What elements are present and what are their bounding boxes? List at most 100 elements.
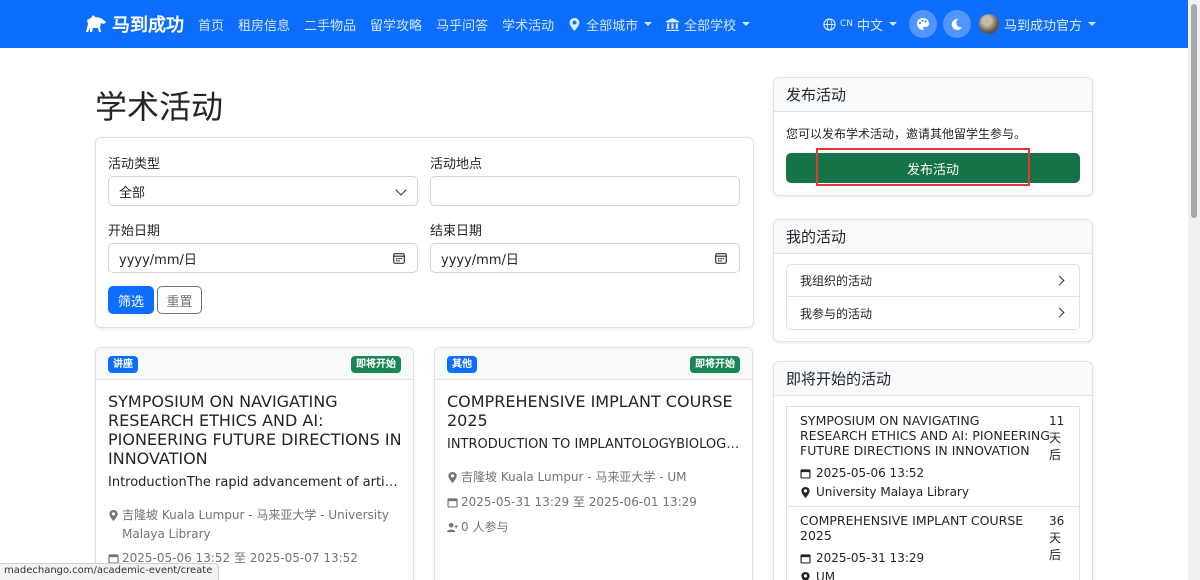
- navbar-right: CN 中文 马到成功官方: [823, 0, 1096, 48]
- page-scrollbar[interactable]: [1188, 0, 1200, 580]
- event-title[interactable]: COMPREHENSIVE IMPLANT COURSE 2025: [447, 392, 747, 430]
- theme-button[interactable]: [908, 10, 937, 38]
- nav-qa[interactable]: 马乎问答: [436, 15, 488, 34]
- event-participants: 0 人参与: [447, 518, 747, 537]
- horse-logo-icon: [86, 15, 106, 32]
- upcoming-event-date-text: 2025-05-06 13:52: [816, 466, 925, 480]
- moon-icon: [952, 18, 963, 30]
- palette-icon: [916, 18, 929, 30]
- my-joined-events-link[interactable]: 我参与的活动: [787, 297, 1079, 329]
- chevron-down-icon: [1088, 22, 1096, 26]
- filter-button[interactable]: 筛选: [108, 286, 154, 314]
- event-card[interactable]: 其他 即将开始 COMPREHENSIVE IMPLANT COURSE 202…: [434, 347, 753, 580]
- calendar-icon[interactable]: [715, 252, 727, 264]
- end-date-label: 结束日期: [430, 224, 483, 239]
- map-pin-icon: [109, 510, 118, 521]
- my-events-list: 我组织的活动 我参与的活动: [786, 264, 1080, 330]
- calendar-icon[interactable]: [393, 252, 405, 264]
- end-date-input[interactable]: yyyy/mm/日: [430, 243, 740, 273]
- upcoming-event-date: 2025-05-06 13:52: [800, 466, 924, 480]
- type-select[interactable]: 全部: [108, 176, 418, 206]
- language-label: 中文: [856, 18, 883, 34]
- map-pin-icon: [569, 17, 580, 31]
- upcoming-event-place: UM: [800, 570, 835, 580]
- reset-button[interactable]: 重置: [157, 286, 202, 314]
- highlight-box: [816, 148, 1030, 186]
- my-events-header: 我的活动: [774, 220, 1092, 254]
- type-label: 活动类型: [108, 157, 161, 172]
- start-date-input[interactable]: yyyy/mm/日: [108, 243, 418, 273]
- browser-status-url: madechango.com/academic-event/create: [0, 563, 220, 580]
- days-until: 36 天 后: [1049, 514, 1065, 562]
- upcoming-events-card: 即将开始的活动 SYMPOSIUM ON NAVIGATING RESEARCH…: [773, 361, 1093, 580]
- my-events-card: 我的活动 我组织的活动 我参与的活动: [773, 219, 1093, 342]
- category-badge: 其他: [447, 356, 477, 373]
- list-item-label: 我组织的活动: [800, 274, 873, 288]
- upcoming-event-place: University Malaya Library: [800, 485, 969, 499]
- calendar-icon: [800, 468, 811, 479]
- location-input[interactable]: [430, 176, 740, 206]
- city-dropdown[interactable]: 全部城市: [568, 15, 653, 34]
- user-menu[interactable]: 马到成功官方: [1004, 15, 1096, 34]
- user-plus-icon: [447, 522, 458, 533]
- category-badge: 讲座: [108, 356, 138, 373]
- publish-card-header: 发布活动: [774, 78, 1092, 112]
- event-location-text: 吉隆坡 Kuala Lumpur - 马来亚大学 - UM: [461, 470, 687, 484]
- publish-description: 您可以发布学术活动，邀请其他留学生参与。: [786, 127, 1027, 141]
- start-date-value: yyyy/mm/日: [119, 252, 197, 268]
- calendar-icon: [447, 498, 458, 508]
- event-card-header: 讲座 即将开始: [96, 348, 413, 380]
- upcoming-event-place-text: University Malaya Library: [816, 485, 969, 499]
- upcoming-event-item[interactable]: COMPREHENSIVE IMPLANT COURSE 2025 36 天 后…: [786, 506, 1080, 580]
- location-label: 活动地点: [430, 157, 483, 172]
- upcoming-event-date: 2025-05-31 13:29: [800, 551, 924, 565]
- user-name: 马到成功官方: [1003, 18, 1082, 34]
- chevron-down-icon: [644, 22, 653, 26]
- event-title[interactable]: SYMPOSIUM ON NAVIGATING RESEARCH ETHICS …: [108, 392, 408, 468]
- language-code: CN: [839, 19, 853, 29]
- chevron-down-icon: [888, 22, 897, 26]
- brand-link[interactable]: 马到成功: [84, 11, 184, 37]
- event-location-text: 吉隆坡 Kuala Lumpur - 马来亚大学 - University Ma…: [122, 508, 389, 541]
- event-card-header: 其他 即将开始: [435, 348, 752, 380]
- upcoming-event-title: COMPREHENSIVE IMPLANT COURSE 2025: [800, 513, 1024, 543]
- upcoming-event-place-text: UM: [816, 570, 836, 580]
- event-card[interactable]: 讲座 即将开始 SYMPOSIUM ON NAVIGATING RESEARCH…: [95, 347, 414, 580]
- nav-rent[interactable]: 租房信息: [238, 15, 290, 34]
- calendar-icon: [800, 553, 811, 564]
- map-pin-icon: [801, 486, 810, 498]
- dark-mode-button[interactable]: [942, 10, 971, 38]
- type-select-value: 全部: [119, 185, 146, 201]
- upcoming-events-header: 即将开始的活动: [774, 362, 1092, 396]
- end-date-value: yyyy/mm/日: [441, 252, 519, 268]
- event-location: 吉隆坡 Kuala Lumpur - 马来亚大学 - UM: [447, 468, 747, 487]
- start-date-label: 开始日期: [108, 224, 161, 239]
- chevron-right-icon: [1054, 275, 1065, 286]
- map-pin-icon: [448, 472, 457, 483]
- school-dropdown[interactable]: 全部学校: [666, 15, 751, 34]
- chevron-down-icon: [742, 22, 751, 26]
- brand-name: 马到成功: [112, 15, 184, 36]
- language-dropdown[interactable]: CN 中文: [823, 15, 897, 34]
- map-pin-icon: [801, 571, 810, 580]
- chevron-right-icon: [1054, 307, 1065, 318]
- nav-home[interactable]: 首页: [198, 15, 224, 34]
- city-label: 全部城市: [586, 18, 639, 34]
- event-description: IntroductionThe rapid advancement of art…: [108, 475, 403, 490]
- upcoming-event-title: SYMPOSIUM ON NAVIGATING RESEARCH ETHICS …: [800, 413, 1050, 458]
- nav-study-guide[interactable]: 留学攻略: [370, 15, 422, 34]
- nav-academic[interactable]: 学术活动: [502, 15, 554, 34]
- event-location: 吉隆坡 Kuala Lumpur - 马来亚大学 - University Ma…: [108, 506, 408, 544]
- upcoming-event-item[interactable]: SYMPOSIUM ON NAVIGATING RESEARCH ETHICS …: [786, 406, 1080, 507]
- nav-secondhand[interactable]: 二手物品: [304, 15, 356, 34]
- days-until: 11 天 后: [1049, 414, 1065, 462]
- page-title: 学术活动: [95, 88, 224, 126]
- my-organized-events-link[interactable]: 我组织的活动: [787, 265, 1079, 297]
- avatar[interactable]: [978, 14, 999, 34]
- event-time: 2025-05-31 13:29 至 2025-06-01 13:29: [447, 493, 747, 512]
- event-description: INTRODUCTION TO IMPLANTOLOGYBIOLOGIC...: [447, 437, 742, 452]
- status-badge: 即将开始: [351, 356, 401, 373]
- scrollbar-thumb[interactable]: [1191, 4, 1197, 218]
- university-icon: [666, 17, 680, 31]
- top-navbar: 马到成功 首页 租房信息 二手物品 留学攻略 马乎问答 学术活动 全部城市 全部…: [0, 0, 1188, 48]
